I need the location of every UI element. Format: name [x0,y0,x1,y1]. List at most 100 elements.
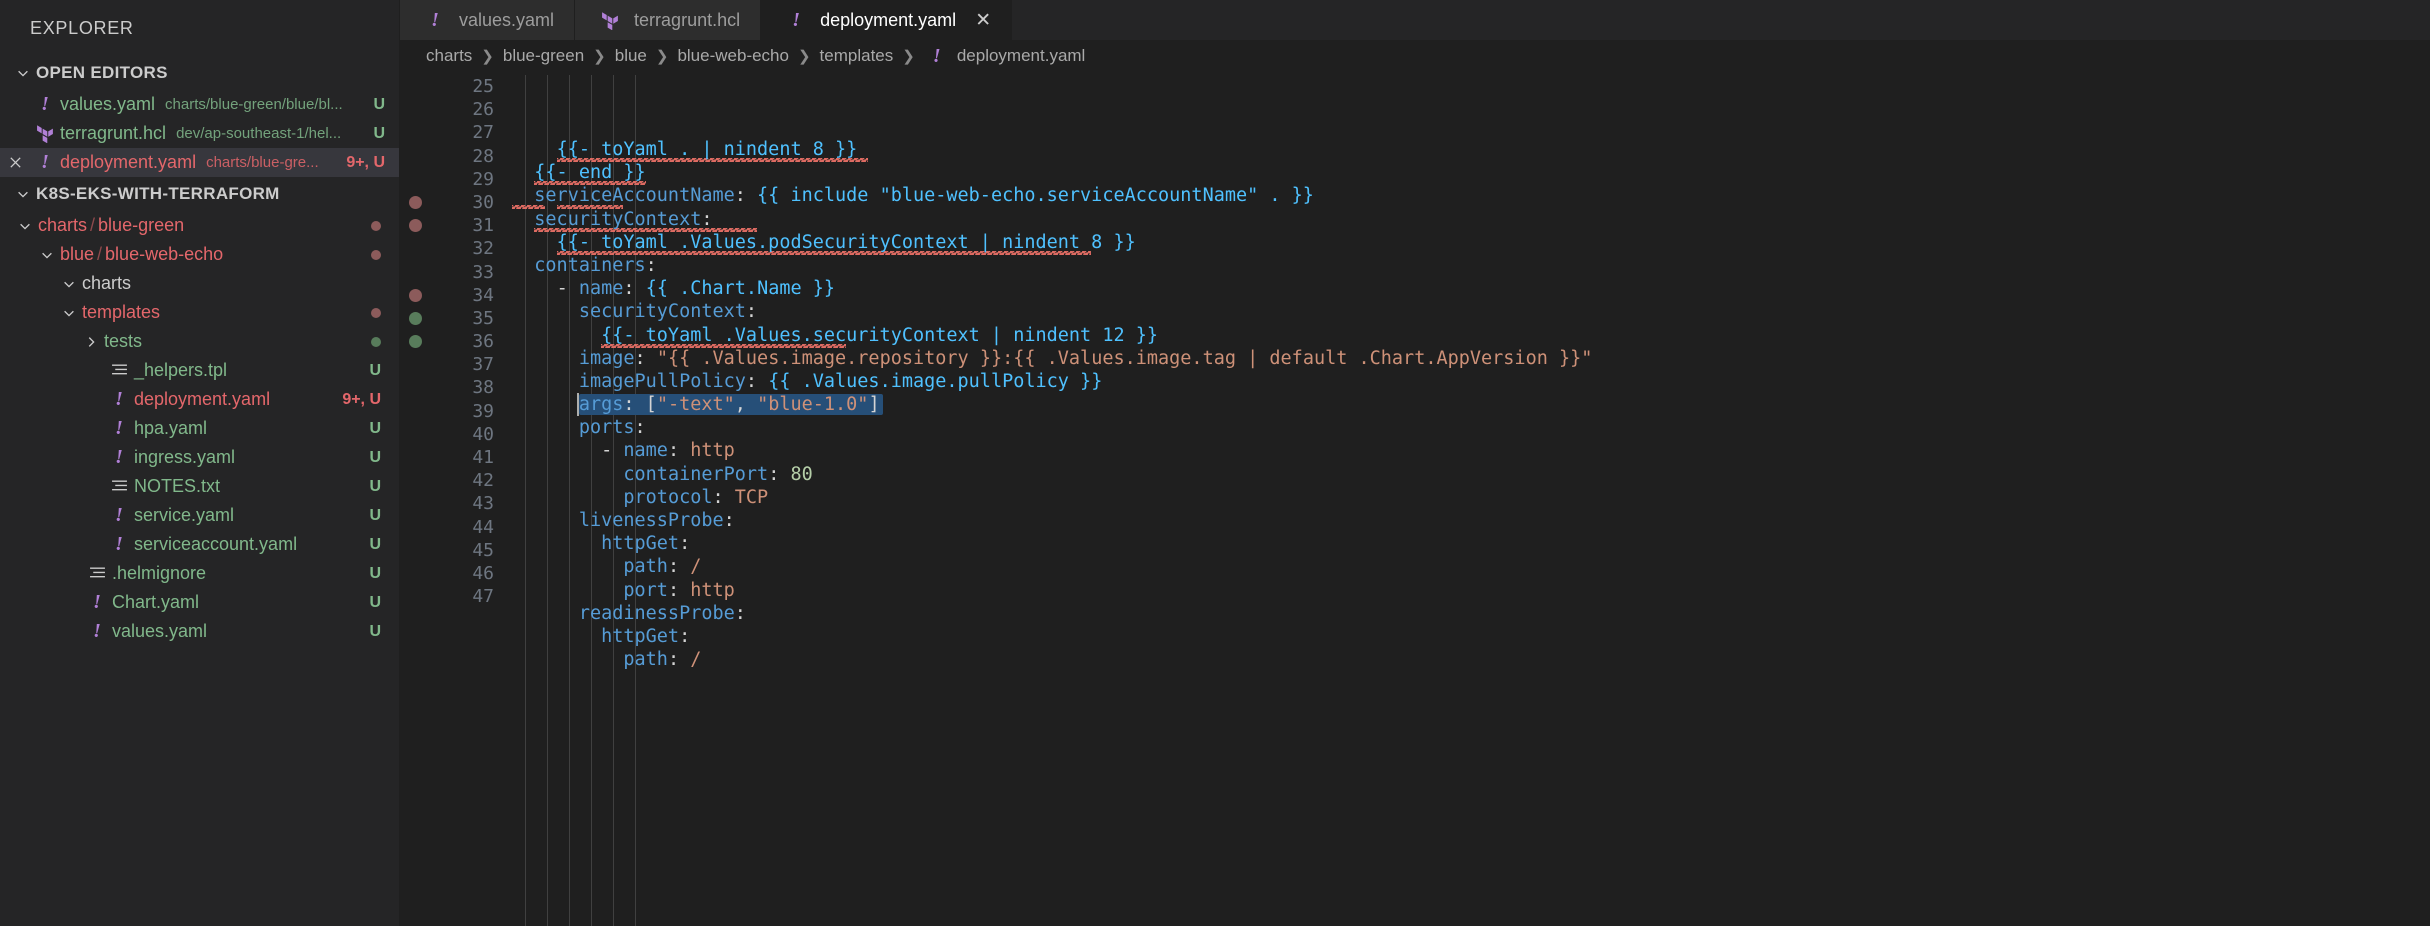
file-tree-item[interactable]: charts [0,269,399,298]
open-editor-item[interactable]: terragrunt.hcldev/ap-southeast-1/hel...U [0,119,399,148]
code-line[interactable]: {{- toYaml . | nindent 8 }} [506,138,2430,161]
code-line[interactable]: livenessProbe: [506,509,2430,532]
tab-values-yaml[interactable]: !values.yaml [400,0,575,40]
workspace-section-header[interactable]: K8S-EKS-WITH-TERRAFORM [0,177,399,211]
open-editors-section-header[interactable]: OPEN EDITORS [0,56,399,90]
code-line-text: image: "{{ .Values.image.repository }}:{… [512,348,1592,369]
file-tree-item[interactable]: NOTES.txtU [0,472,399,501]
breadcrumb-item[interactable]: deployment.yaml [957,46,1086,66]
code-line[interactable]: httpGet: [506,625,2430,648]
open-editor-filepath: dev/ap-southeast-1/hel... [176,125,341,142]
code-line[interactable]: containerPort: 80 [506,463,2430,486]
line-number: 43 [430,492,494,515]
text-file-icon [82,566,112,581]
close-icon[interactable] [0,155,30,170]
code-line[interactable]: httpGet: [506,532,2430,555]
open-editor-filename: terragrunt.hcl [60,123,166,144]
file-tree-item[interactable]: !deployment.yaml9+, U [0,385,399,414]
breadcrumb-item[interactable]: blue-web-echo [677,46,789,66]
code-line[interactable]: args: ["-text", "blue-1.0"] [506,393,2430,416]
code-line-text: {{- end }} [512,162,646,183]
line-number: 35 [430,307,494,330]
chevron-down-icon [10,181,36,207]
file-tree-item[interactable]: charts/blue-green [0,211,399,240]
code-line[interactable]: {{- end }} [506,161,2430,184]
yaml-icon: ! [82,591,112,614]
git-status-badge: U [359,362,381,380]
code-line[interactable]: containers: [506,254,2430,277]
code-line-text: ports: [512,417,646,438]
vscode-window: EXPLORER OPEN EDITORS !values.yamlcharts… [0,0,2430,926]
file-tree-item[interactable]: !hpa.yamlU [0,414,399,443]
code-line[interactable]: - name: http [506,439,2430,462]
editor-area: !values.yaml terragrunt.hcl !deployment.ya… [400,0,2430,926]
line-number: 36 [430,330,494,353]
breadcrumb-item[interactable]: templates [820,46,894,66]
line-number: 44 [430,516,494,539]
open-editors-list: !values.yamlcharts/blue-green/blue/bl...… [0,90,399,177]
code-line[interactable]: port: http [506,579,2430,602]
code-line[interactable]: ports: [506,416,2430,439]
tab-label: values.yaml [459,10,554,31]
code-line-text: path: / [512,556,701,577]
code-content[interactable]: {{- toYaml . | nindent 8 }} {{- end }} s… [506,72,2430,926]
tree-indent-spacer [78,416,104,442]
line-number: 39 [430,400,494,423]
diff-overview-gutter [400,72,430,926]
code-line[interactable]: imagePullPolicy: {{ .Values.image.pullPo… [506,370,2430,393]
chevron-down-icon [10,60,36,86]
close-icon[interactable]: ✕ [975,9,991,32]
code-line-text: readinessProbe: [512,603,746,624]
code-line[interactable]: image: "{{ .Values.image.repository }}:{… [506,347,2430,370]
file-tree-label: .helmignore [112,563,206,584]
chevron-down-icon [34,242,60,268]
breadcrumb-separator: ❯ [591,47,608,65]
file-tree-item[interactable]: !serviceaccount.yamlU [0,530,399,559]
code-line[interactable]: path: / [506,555,2430,578]
tree-indent-spacer [78,532,104,558]
git-status-dot [371,308,381,318]
code-line[interactable]: {{- toYaml .Values.podSecurityContext | … [506,231,2430,254]
file-tree-item[interactable]: !values.yamlU [0,617,399,646]
code-line[interactable]: securityContext: [506,208,2430,231]
open-editor-item[interactable]: !values.yamlcharts/blue-green/blue/bl...… [0,90,399,119]
code-line[interactable]: protocol: TCP [506,486,2430,509]
code-line[interactable]: securityContext: [506,300,2430,323]
tab-list: !values.yaml terragrunt.hcl !deployment.ya… [400,0,1012,40]
breadcrumb-item[interactable]: blue [615,46,647,66]
code-line[interactable]: - name: {{ .Chart.Name }} [506,277,2430,300]
code-line[interactable]: serviceAccountName: {{ include "blue-web… [506,184,2430,207]
breadcrumb-item[interactable]: charts [426,46,472,66]
tab-deployment-yaml[interactable]: !deployment.yaml✕ [761,0,1012,40]
code-line[interactable]: {{- toYaml .Values.securityContext | nin… [506,324,2430,347]
code-line-text: imagePullPolicy: {{ .Values.image.pullPo… [512,371,1102,392]
file-tree-item[interactable]: _helpers.tplU [0,356,399,385]
explorer-title: EXPLORER [0,0,399,56]
text-file-icon [104,363,134,378]
breadcrumb-separator: ❯ [479,47,496,65]
code-line-text: {{- toYaml .Values.podSecurityContext | … [512,232,1136,253]
file-tree-item[interactable]: blue/blue-web-echo [0,240,399,269]
file-tree-item[interactable]: !ingress.yamlU [0,443,399,472]
code-line-text: args: ["-text", "blue-1.0"] [512,394,880,415]
tab-terragrunt-hcl[interactable]: terragrunt.hcl [575,0,761,40]
code-line[interactable]: readinessProbe: [506,602,2430,625]
yaml-icon: ! [104,504,134,527]
git-status-dot [371,221,381,231]
code-editor[interactable]: 2526272829303132333435363738394041424344… [400,72,2430,926]
code-line[interactable]: path: / [506,648,2430,671]
file-tree-label: ingress.yaml [134,447,235,468]
yaml-icon: ! [30,151,60,174]
line-number: 27 [430,121,494,144]
file-tree-item[interactable]: !service.yamlU [0,501,399,530]
file-tree-item[interactable]: .helmignoreU [0,559,399,588]
git-status-badge: U [359,623,381,641]
code-line-text: protocol: TCP [512,487,768,508]
open-editor-item[interactable]: !deployment.yamlcharts/blue-gre...9+, U [0,148,399,177]
file-tree-item[interactable]: templates [0,298,399,327]
file-tree-item[interactable]: !Chart.yamlU [0,588,399,617]
tab-label: terragrunt.hcl [634,10,740,31]
breadcrumb-item[interactable]: blue-green [503,46,584,66]
file-tree: charts/blue-greenblue/blue-web-echochart… [0,211,399,646]
file-tree-item[interactable]: tests [0,327,399,356]
